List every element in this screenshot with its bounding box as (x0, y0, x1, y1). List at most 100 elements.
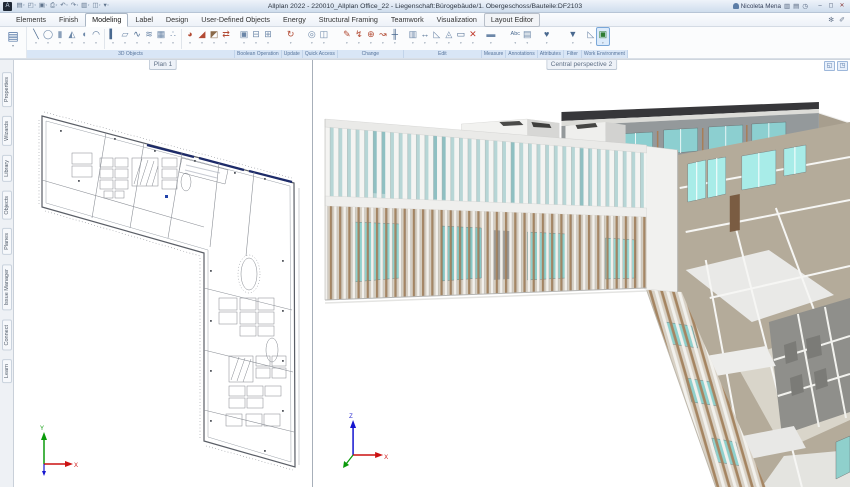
subtract-icon[interactable]: ⊟▾ (250, 28, 262, 45)
model-3d-canvas[interactable]: Z X (313, 60, 850, 487)
svg-text:X: X (384, 455, 388, 461)
adjust-icon[interactable]: ↝▾ (377, 28, 389, 45)
customize-quick-access-icon[interactable]: ▾ (102, 0, 110, 11)
palette-tab-wizards[interactable]: Wizards (2, 116, 12, 146)
settings-gear-icon[interactable]: ✻ (828, 16, 834, 24)
views-icon[interactable]: ◫▾ (318, 28, 330, 45)
union-icon[interactable]: ▣▾ (238, 28, 250, 45)
arc-3d-icon[interactable]: ◠▾ (90, 28, 102, 45)
stretch-entities-icon[interactable]: ╫▾ (389, 28, 401, 45)
delete-icon[interactable]: ✕▾ (467, 28, 479, 45)
spline-3d-icon[interactable]: ∿▾ (131, 28, 143, 45)
cylinder-3d-icon[interactable]: ▮▾ (54, 28, 66, 45)
ribbon-group-label-annotations: Annotations (506, 50, 537, 58)
close-button[interactable]: ✕ (837, 2, 847, 11)
modify-solid-icon[interactable]: ◩▾ (208, 28, 220, 45)
mesh-icon[interactable]: ▦▾ (155, 28, 167, 45)
palette-tab-properties[interactable]: Properties (2, 72, 12, 107)
sphere-3d-icon[interactable]: ◯▾ (42, 28, 54, 45)
palette-tab-learn[interactable]: Learn (2, 359, 12, 383)
floor-plan-canvas[interactable]: Y X (14, 60, 312, 487)
redo-icon[interactable]: ↷ (69, 0, 79, 11)
cone-3d-icon[interactable]: ◭▾ (66, 28, 78, 45)
menu-tab-user-defined-objects[interactable]: User-Defined Objects (195, 14, 276, 26)
measure-icon[interactable]: ▬▾ (485, 28, 497, 45)
update-3d-icon[interactable]: ↻▾ (285, 28, 297, 45)
menu-tab-label[interactable]: Label (129, 14, 159, 26)
menu-tab-modeling[interactable]: Modeling (85, 13, 128, 27)
palette-tab-objects[interactable]: Objects (2, 191, 12, 220)
viewport-plan[interactable]: Plan 1 (14, 60, 313, 487)
undo-icon[interactable]: ↶ (59, 0, 69, 11)
new-document-icon[interactable]: ▤ (15, 0, 26, 11)
palette-tab-library[interactable]: Library (2, 155, 12, 182)
extrude-icon[interactable]: ▍▾ (107, 28, 119, 45)
svg-text:X: X (74, 463, 78, 469)
view-type-icon[interactable]: ▣▾ (597, 28, 609, 45)
window-title: Allplan 2022 - 220010_Allplan Office_22 … (0, 3, 850, 10)
palette-tab-planes[interactable]: Planes (2, 228, 12, 255)
actionbar-menu-icon[interactable]: ▤ ▾ (0, 27, 27, 58)
join-icon[interactable]: ⊕▾ (365, 28, 377, 45)
menu-tabs: ElementsFinishModelingLabelDesignUser-De… (10, 13, 541, 27)
menu-tab-energy[interactable]: Energy (277, 14, 312, 26)
menu-tab-finish[interactable]: Finish (53, 14, 84, 26)
convert-3d-icon[interactable]: ⇄▾ (220, 28, 232, 45)
filter-icon[interactable]: ▼▾ (567, 28, 579, 45)
align-icon[interactable]: ◺▾ (431, 28, 443, 45)
window-icon[interactable]: ◫ (91, 0, 102, 11)
title-bar: A ▤◰▣⎙↶↷▥◫▾ Allplan 2022 - 220010_Allpla… (0, 0, 850, 13)
customize-ribbon-icon[interactable]: ✐ (839, 16, 845, 24)
ribbon-group-label-change: Change (338, 50, 404, 58)
modify-points-icon[interactable]: ✎▾ (341, 28, 353, 45)
wizard-icon[interactable]: ◎▾ (306, 28, 318, 45)
palette-tab-issue-manager[interactable]: Issue Manager (2, 264, 12, 310)
split-icon[interactable]: ↯▾ (353, 28, 365, 45)
user-account-button[interactable]: Nicoleta Mena (733, 3, 781, 10)
menu-tab-elements[interactable]: Elements (10, 14, 52, 26)
attributes-icon[interactable]: ♥▾ (541, 28, 553, 45)
mirror-icon[interactable]: ◬▾ (443, 28, 455, 45)
viewport-restore-icon[interactable]: ◱ (824, 61, 835, 71)
extrude-along-path-icon[interactable]: ▱▾ (119, 28, 131, 45)
menu-tab-design[interactable]: Design (160, 14, 194, 26)
ellipsoid-3d-icon[interactable]: ◖▾ (78, 28, 90, 45)
text-annotation-icon[interactable]: Abc▾ (509, 28, 521, 45)
menu-bar: ElementsFinishModelingLabelDesignUser-De… (0, 13, 850, 27)
viewport-tile-icon[interactable]: ◳ (837, 61, 848, 71)
save-icon[interactable]: ▣ (37, 0, 48, 11)
allplan-shop-icon[interactable]: ▤ (793, 1, 799, 12)
resize-icon[interactable]: ▭▾ (455, 28, 467, 45)
menu-tab-teamwork[interactable]: Teamwork (385, 14, 430, 26)
point-cloud-icon[interactable]: ∴▾ (167, 28, 179, 45)
perspective-axis-gizmo: Z X (343, 414, 388, 468)
minimize-button[interactable]: – (815, 2, 825, 11)
chamfer-edge-icon[interactable]: ◢▾ (196, 28, 208, 45)
menu-tab-structural-framing[interactable]: Structural Framing (313, 14, 384, 26)
app-logo-icon[interactable]: A (3, 2, 12, 11)
viewport-tab-plan[interactable]: Plan 1 (149, 60, 177, 70)
window-controls: –◻✕ (815, 2, 847, 11)
label-icon[interactable]: ▤▾ (521, 28, 533, 45)
loft-icon[interactable]: ≋▾ (143, 28, 155, 45)
ribbon-group-label-quick-access: Quick Access (303, 50, 338, 58)
viewport-tab-perspective[interactable]: Central perspective 2 (546, 60, 617, 70)
palette-tab-connect[interactable]: Connect (2, 320, 12, 351)
line-3d-icon[interactable]: ╲▾ (30, 28, 42, 45)
print-icon[interactable]: ⎙ (49, 0, 59, 11)
copy-icon[interactable]: ▥ (80, 0, 91, 11)
maximize-button[interactable]: ◻ (826, 2, 836, 11)
ribbon-group-label-measure: Measure (482, 50, 506, 58)
menu-tab-layout-editor[interactable]: Layout Editor (484, 13, 540, 27)
fillet-edge-icon[interactable]: ◕▾ (184, 28, 196, 45)
intersect-icon[interactable]: ⊞▾ (262, 28, 274, 45)
plan-view-icon[interactable]: ◺▾ (585, 28, 597, 45)
copy-elements-icon[interactable]: ▥▾ (407, 28, 419, 45)
open-icon[interactable]: ◰ (26, 0, 37, 11)
recent-actions-icon[interactable]: ◷ (802, 1, 808, 12)
move-icon[interactable]: ↔▾ (419, 28, 431, 45)
allplan-connect-icon[interactable]: ▥ (784, 1, 790, 12)
menu-tab-visualization[interactable]: Visualization (431, 14, 483, 26)
palette-tab-strip: Properties Wizards Library Objects Planes Iss… (0, 60, 14, 487)
viewport-perspective[interactable]: Central perspective 2 ◱◳ (313, 60, 850, 487)
